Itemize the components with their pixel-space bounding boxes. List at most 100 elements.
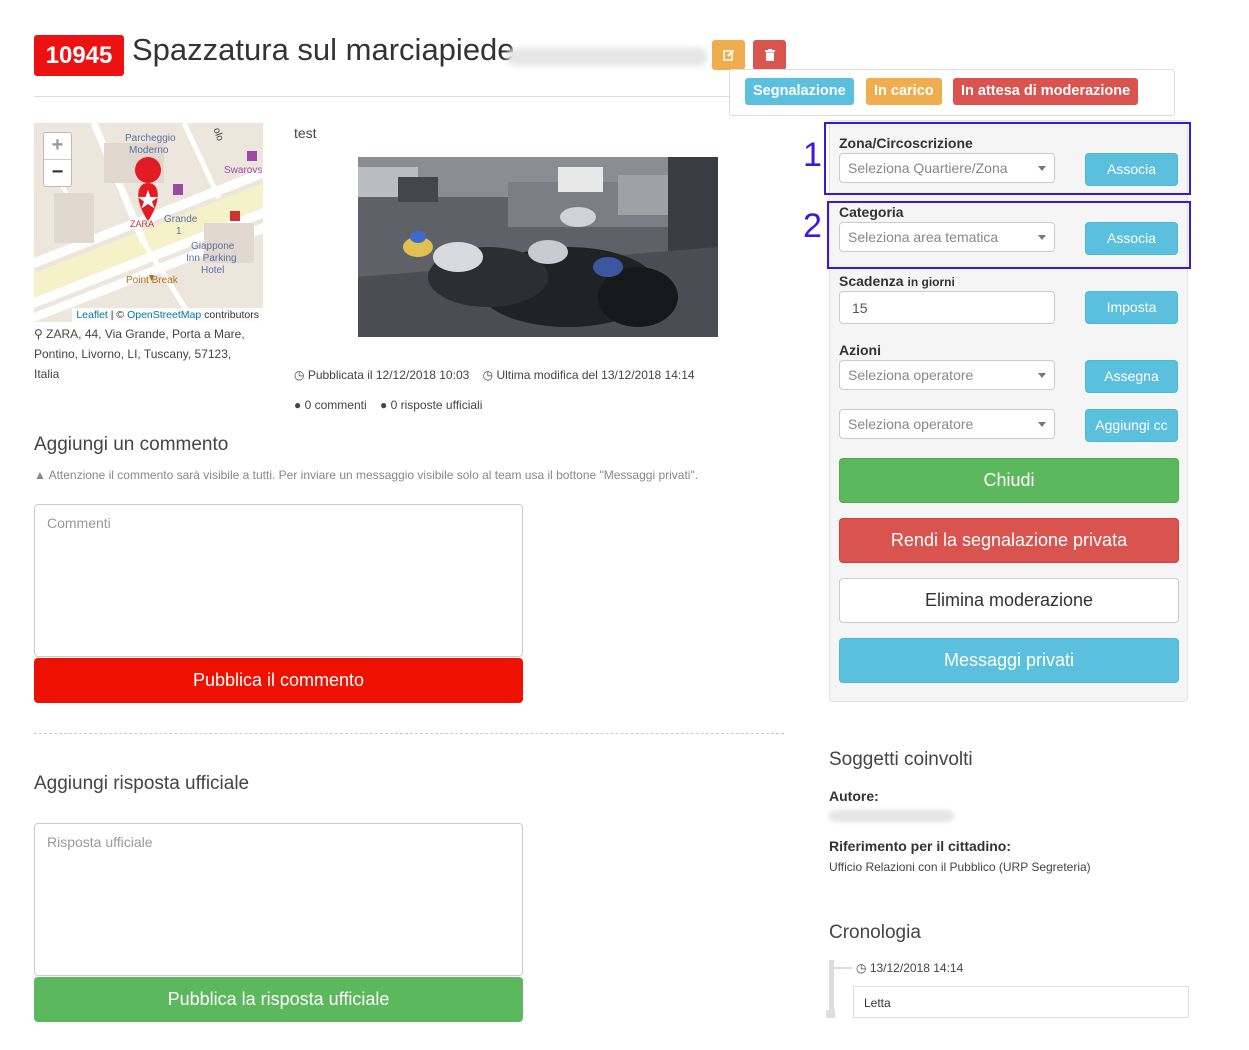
cronologia-title: Cronologia — [829, 922, 921, 943]
scadenza-label-unit: in giorni — [907, 275, 955, 289]
osm-link[interactable]: OpenStreetMap — [127, 309, 201, 321]
warning-icon: ▲ — [34, 468, 46, 482]
leaflet-link[interactable]: Leaflet — [76, 309, 108, 321]
operatore-select-assegna[interactable]: Seleziona operatore — [839, 360, 1055, 390]
timeline-timestamp: ◷ 13/12/2018 14:14 — [856, 961, 963, 975]
timeline-branch — [834, 967, 852, 969]
official-placeholder: Risposta ufficiale — [47, 834, 153, 850]
caret-down-icon — [1038, 235, 1046, 240]
scadenza-input[interactable]: 15 — [839, 291, 1055, 324]
map-place-label: 1 — [176, 226, 182, 237]
address-text: ZARA, 44, Via Grande, Porta a Mare, Pont… — [34, 327, 245, 381]
comments-icon: ● — [294, 398, 302, 412]
report-description: test — [294, 125, 317, 141]
published-date: Pubblicata il 12/12/2018 10:03 — [307, 368, 470, 382]
soggetti-title: Soggetti coinvolti — [829, 749, 973, 770]
scadenza-value: 15 — [852, 300, 868, 316]
operatore-placeholder: Seleziona operatore — [848, 416, 974, 432]
address: ⚲ ZARA, 44, Via Grande, Porta a Mare, Po… — [34, 324, 249, 384]
caret-down-icon — [1038, 373, 1046, 378]
map-zoom-control: + − — [43, 132, 72, 187]
page-title: Spazzatura sul marciapiede — [132, 32, 515, 67]
map-place-label: Giappone — [191, 241, 235, 252]
assegna-button[interactable]: Assegna — [1085, 360, 1178, 393]
clock-icon: ◷ — [482, 368, 494, 382]
report-id-badge: 10945 — [34, 35, 124, 76]
messaggi-privati-button[interactable]: Messaggi privati — [839, 638, 1179, 683]
comment-section-title: Aggiungi un commento — [34, 434, 229, 455]
report-photo[interactable] — [358, 157, 718, 337]
categoria-label: Categoria — [839, 204, 904, 220]
timeline-timestamp-text: 13/12/2018 14:14 — [869, 961, 964, 975]
scadenza-label-text: Scadenza — [839, 273, 904, 289]
map-place-label: Swarovs — [224, 165, 262, 176]
scadenza-label: Scadenza in giorni — [839, 273, 955, 289]
location-map[interactable]: Parcheggio Moderno Swarovs ZARA Grande 1… — [34, 123, 263, 322]
riferimento-label: Riferimento per il cittadino: — [829, 838, 1012, 854]
operatore-select-cc[interactable]: Seleziona operatore — [839, 409, 1055, 439]
riferimento-value: Ufficio Relazioni con il Pubblico (URP S… — [829, 860, 1091, 874]
map-place-label: Hotel — [201, 265, 224, 276]
zona-select[interactable]: Seleziona Quartiere/Zona — [839, 153, 1055, 183]
attribution-suffix: contributors — [201, 309, 259, 321]
caret-down-icon — [1038, 166, 1046, 171]
comments-count: 0 commenti — [304, 398, 367, 412]
publish-official-button[interactable]: Pubblica la risposta ufficiale — [34, 977, 523, 1022]
author-name-redacted — [507, 48, 707, 66]
edit-button[interactable] — [712, 40, 745, 70]
map-place-label: ZARA — [130, 219, 154, 229]
publish-comment-button[interactable]: Pubblica il commento — [34, 658, 523, 703]
report-dates: ◷ Pubblicata il 12/12/2018 10:03 ◷ Ultim… — [294, 368, 695, 382]
annotation-number-2: 2 — [803, 207, 822, 245]
rendi-privata-button[interactable]: Rendi la segnalazione privata — [839, 518, 1179, 563]
zona-associa-button[interactable]: Associa — [1085, 153, 1178, 186]
header-divider — [34, 96, 744, 97]
clock-icon: ◷ — [294, 368, 305, 382]
categoria-associa-button[interactable]: Associa — [1085, 222, 1178, 255]
autore-name-redacted — [829, 810, 954, 822]
delete-button[interactable] — [753, 40, 786, 70]
imposta-button[interactable]: Imposta — [1085, 291, 1178, 324]
timeline-event-text: Letta — [864, 996, 891, 1010]
zona-placeholder: Seleziona Quartiere/Zona — [848, 160, 1008, 176]
categoria-select[interactable]: Seleziona area tematica — [839, 222, 1055, 252]
comment-warning: ▲ Attenzione il commento sarà visibile a… — [34, 468, 698, 482]
chiudi-button[interactable]: Chiudi — [839, 458, 1179, 503]
caret-down-icon — [1038, 422, 1046, 427]
report-counts: ● 0 commenti ● 0 risposte ufficiali — [294, 398, 482, 412]
map-place-label: Inn Parking — [186, 253, 237, 264]
edit-icon — [722, 49, 734, 61]
azioni-label: Azioni — [839, 342, 881, 358]
map-marker-icon: ⚲ — [34, 327, 43, 341]
zona-label: Zona/Circoscrizione — [839, 135, 973, 151]
annotation-number-1: 1 — [803, 136, 822, 174]
comment-warning-text: Attenzione il commento sarà visibile a t… — [48, 468, 699, 482]
trash-icon — [764, 49, 775, 61]
official-count: 0 risposte ufficiali — [390, 398, 483, 412]
label-moderazione: In attesa di moderazione — [953, 78, 1139, 105]
timeline-event: Letta — [853, 986, 1189, 1018]
attribution-separator: | © — [107, 309, 128, 321]
map-attribution: Leaflet | © OpenStreetMap contributors — [72, 308, 263, 322]
comment-icon: ● — [379, 398, 388, 412]
label-in-carico: In carico — [866, 78, 942, 105]
timeline-end — [826, 1010, 835, 1018]
categoria-placeholder: Seleziona area tematica — [848, 229, 999, 245]
zoom-in-button[interactable]: + — [44, 133, 71, 160]
map-place-label: Parcheggio — [125, 133, 176, 144]
official-textarea[interactable]: Risposta ufficiale — [34, 823, 523, 976]
modified-date: Ultima modifica del 13/12/2018 14:14 — [496, 368, 695, 382]
operatore-placeholder: Seleziona operatore — [848, 367, 974, 383]
zoom-out-button[interactable]: − — [44, 160, 71, 186]
aggiungi-cc-button[interactable]: Aggiungi cc — [1085, 409, 1178, 442]
autore-label: Autore: — [829, 788, 879, 804]
label-segnalazione: Segnalazione — [745, 78, 854, 105]
official-section-title: Aggiungi risposta ufficiale — [34, 773, 250, 794]
elimina-moderazione-button[interactable]: Elimina moderazione — [839, 578, 1179, 623]
map-place-label: Moderno — [129, 145, 169, 156]
map-place-label: Grande — [164, 214, 198, 225]
garbage-photo-image — [358, 157, 718, 337]
clock-icon: ◷ — [856, 961, 867, 975]
comment-textarea[interactable]: Commenti — [34, 504, 523, 657]
comment-placeholder: Commenti — [47, 515, 111, 531]
